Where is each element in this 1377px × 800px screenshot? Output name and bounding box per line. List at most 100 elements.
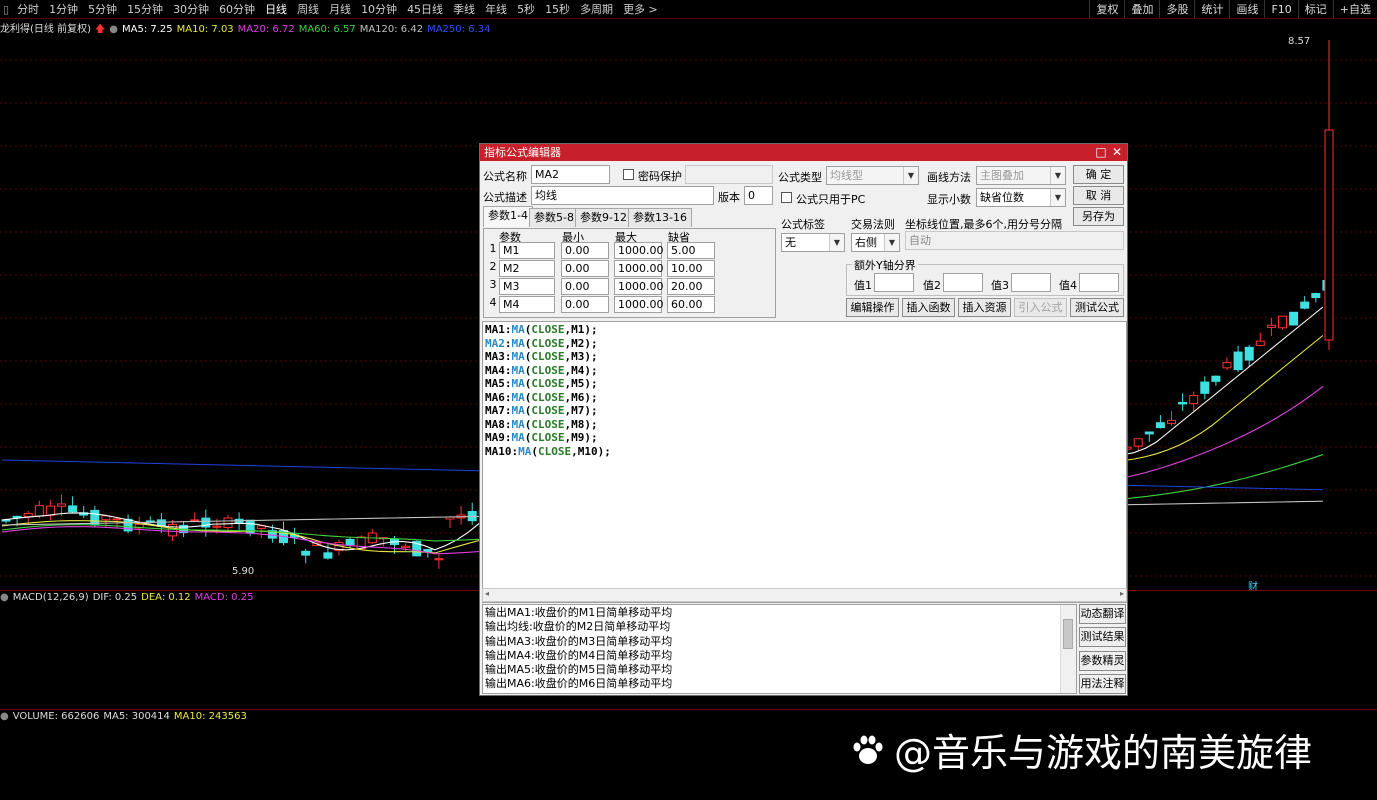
- trade-rule-select[interactable]: 右侧 ▼: [851, 233, 900, 252]
- close-icon[interactable]: ✕: [1109, 144, 1125, 161]
- tab-params-5-8[interactable]: 参数5-8: [529, 208, 579, 227]
- trade-rule-label: 交易法则: [851, 218, 895, 231]
- code-line[interactable]: MA1:MA(CLOSE,M1);: [485, 323, 1124, 337]
- param-min-input[interactable]: 0.00: [561, 278, 609, 295]
- formula-desc-input[interactable]: 均线: [531, 186, 714, 205]
- param-max-input[interactable]: 1000.00: [614, 296, 664, 313]
- val4-input[interactable]: [1079, 273, 1119, 292]
- param-wizard-button[interactable]: 参数精灵: [1079, 651, 1126, 671]
- period-tab-6[interactable]: 日线: [260, 1, 292, 17]
- period-tab-15[interactable]: 多周期: [575, 1, 618, 17]
- tab-params-13-16[interactable]: 参数13-16: [628, 208, 692, 227]
- period-tab-4[interactable]: 30分钟: [168, 1, 214, 17]
- param-name-input[interactable]: M4: [499, 296, 555, 313]
- password-input[interactable]: [685, 165, 773, 184]
- scroll-left-icon[interactable]: ◂: [485, 589, 489, 598]
- code-line[interactable]: MA10:MA(CLOSE,M10);: [485, 445, 1124, 459]
- ok-button[interactable]: 确 定: [1073, 165, 1124, 184]
- param-name-input[interactable]: M2: [499, 260, 555, 277]
- up-arrow-icon[interactable]: 🡅: [95, 24, 105, 35]
- toolbar-button-7[interactable]: +自选: [1332, 0, 1377, 18]
- insert-function-button[interactable]: 插入函数: [902, 298, 955, 317]
- editor-hscrollbar[interactable]: ◂ ▸: [482, 588, 1127, 602]
- toolbar-toggle[interactable]: ▯: [0, 3, 12, 16]
- tab-params-1-4[interactable]: 参数1-4: [483, 206, 533, 227]
- toolbar-button-6[interactable]: 标记: [1297, 0, 1333, 18]
- volume-ma10: MA10: 243563: [173, 711, 247, 722]
- formula-name-input[interactable]: MA2: [531, 165, 610, 184]
- toolbar-button-2[interactable]: 多股: [1159, 0, 1194, 18]
- param-max-input[interactable]: 1000.00: [614, 260, 664, 277]
- dynamic-translate-button[interactable]: 动态翻译: [1079, 604, 1126, 624]
- code-line[interactable]: MA2:MA(CLOSE,M2);: [485, 337, 1124, 351]
- param-default-input[interactable]: 5.00: [667, 242, 715, 259]
- val2-input[interactable]: [943, 273, 983, 292]
- maximize-icon[interactable]: □: [1093, 144, 1109, 161]
- period-tab-0[interactable]: 分时: [12, 1, 44, 17]
- test-result-button[interactable]: 测试结果: [1079, 627, 1126, 647]
- macd-toggle-icon[interactable]: ●: [0, 592, 9, 603]
- period-tab-16[interactable]: 更多 >: [618, 1, 663, 17]
- tab-params-9-12[interactable]: 参数9-12: [575, 208, 632, 227]
- period-tab-3[interactable]: 15分钟: [122, 1, 168, 17]
- draw-method-select[interactable]: 主图叠加 ▼: [976, 166, 1066, 185]
- pc-only-checkbox[interactable]: [781, 192, 792, 203]
- insert-resource-button[interactable]: 插入资源: [958, 298, 1011, 317]
- scroll-thumb[interactable]: [1063, 619, 1073, 649]
- param-max-input[interactable]: 1000.00: [614, 242, 664, 259]
- usage-notes-button[interactable]: 用法注释: [1079, 674, 1126, 694]
- code-line[interactable]: MA8:MA(CLOSE,M8);: [485, 418, 1124, 432]
- code-line[interactable]: MA6:MA(CLOSE,M6);: [485, 391, 1124, 405]
- period-tab-9[interactable]: 10分钟: [356, 1, 402, 17]
- toolbar-button-4[interactable]: 画线: [1229, 0, 1264, 18]
- param-default-input[interactable]: 20.00: [667, 278, 715, 295]
- formula-code-editor[interactable]: MA1:MA(CLOSE,M1); MA2:MA(CLOSE,M2); MA3:MA…: [482, 321, 1127, 603]
- scroll-right-icon[interactable]: ▸: [1120, 589, 1124, 598]
- param-name-input[interactable]: M3: [499, 278, 555, 295]
- param-min-input[interactable]: 0.00: [561, 260, 609, 277]
- settings-icon[interactable]: ●: [109, 24, 118, 35]
- test-formula-button[interactable]: 测试公式: [1070, 298, 1124, 317]
- code-line[interactable]: MA5:MA(CLOSE,M5);: [485, 377, 1124, 391]
- param-min-input[interactable]: 0.00: [561, 242, 609, 259]
- code-line[interactable]: MA4:MA(CLOSE,M4);: [485, 364, 1124, 378]
- param-default-input[interactable]: 60.00: [667, 296, 715, 313]
- period-tab-10[interactable]: 45日线: [402, 1, 448, 17]
- val3-input[interactable]: [1011, 273, 1051, 292]
- toolbar-button-5[interactable]: F10: [1264, 0, 1297, 18]
- param-min-input[interactable]: 0.00: [561, 296, 609, 313]
- period-tab-14[interactable]: 15秒: [540, 1, 575, 17]
- decimals-select[interactable]: 缺省位数 ▼: [976, 188, 1066, 207]
- period-tab-12[interactable]: 年线: [480, 1, 512, 17]
- code-line[interactable]: MA7:MA(CLOSE,M7);: [485, 404, 1124, 418]
- version-input[interactable]: 0: [744, 186, 773, 205]
- period-tab-2[interactable]: 5分钟: [83, 1, 122, 17]
- code-line[interactable]: MA9:MA(CLOSE,M9);: [485, 431, 1124, 445]
- param-name-input[interactable]: M1: [499, 242, 555, 259]
- period-tab-8[interactable]: 月线: [324, 1, 356, 17]
- coord-input[interactable]: 自动: [905, 231, 1124, 250]
- toolbar-button-0[interactable]: 复权: [1089, 0, 1124, 18]
- candle-body: [345, 538, 355, 546]
- param-max-input[interactable]: 1000.00: [614, 278, 664, 295]
- cancel-button[interactable]: 取 消: [1073, 186, 1124, 205]
- formula-tag-select[interactable]: 无 ▼: [781, 233, 845, 252]
- period-tab-5[interactable]: 60分钟: [214, 1, 260, 17]
- dialog-titlebar[interactable]: 指标公式编辑器 □ ✕: [480, 144, 1127, 161]
- formula-type-select[interactable]: 均线型 ▼: [826, 166, 919, 185]
- code-line[interactable]: MA3:MA(CLOSE,M3);: [485, 350, 1124, 364]
- import-formula-button[interactable]: 引入公式: [1014, 298, 1067, 317]
- volume-toggle-icon[interactable]: ●: [0, 711, 9, 722]
- password-checkbox[interactable]: [623, 169, 634, 180]
- period-tab-13[interactable]: 5秒: [512, 1, 540, 17]
- toolbar-button-3[interactable]: 统计: [1194, 0, 1229, 18]
- edit-action-button[interactable]: 编辑操作: [846, 298, 899, 317]
- period-tab-11[interactable]: 季线: [448, 1, 480, 17]
- period-tab-7[interactable]: 周线: [292, 1, 324, 17]
- toolbar-button-1[interactable]: 叠加: [1124, 0, 1159, 18]
- param-default-input[interactable]: 10.00: [667, 260, 715, 277]
- save-as-button[interactable]: 另存为: [1073, 207, 1124, 226]
- period-tab-1[interactable]: 1分钟: [44, 1, 83, 17]
- val1-input[interactable]: [874, 273, 914, 292]
- output-vscrollbar[interactable]: [1060, 605, 1076, 693]
